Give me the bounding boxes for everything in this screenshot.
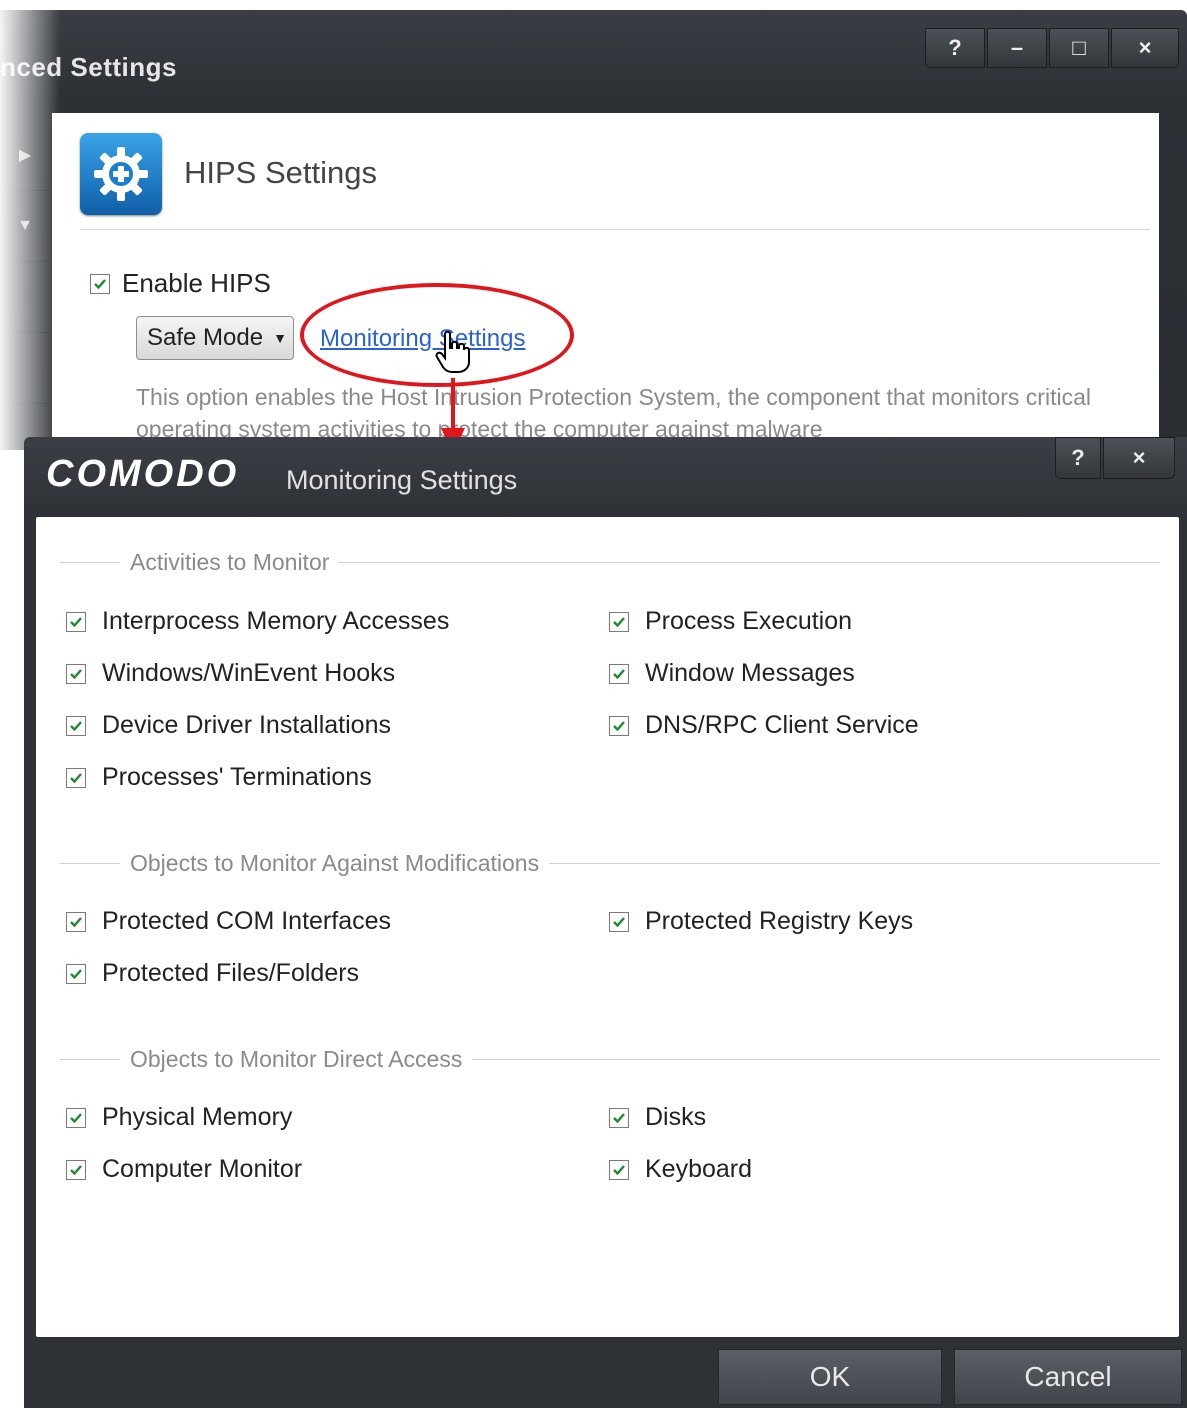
checkbox-checked-icon[interactable]: [66, 911, 86, 932]
hips-settings-panel: HIPS Settings Enable HIPS Safe Mode ▼ Mo…: [52, 113, 1159, 460]
option-protected-registry-keys[interactable]: Protected Registry Keys: [609, 907, 913, 936]
option-label: Disks: [645, 1103, 707, 1131]
checkbox-checked-icon[interactable]: [66, 1159, 86, 1180]
side-nav: ▶ ▼: [0, 120, 50, 460]
checkbox-checked-icon[interactable]: [609, 1107, 629, 1128]
option-label: Protected Registry Keys: [645, 907, 914, 935]
expand-arrow-icon[interactable]: ▶: [0, 120, 50, 191]
option-label: Computer Monitor: [102, 1155, 303, 1183]
section-title: Activities to Monitor: [130, 548, 330, 575]
checkbox-checked-icon[interactable]: [66, 715, 86, 736]
checkbox-checked-icon[interactable]: [609, 611, 629, 632]
section-title: Objects to Monitor Direct Access: [130, 1045, 463, 1072]
side-nav-item[interactable]: [0, 262, 50, 333]
checkbox-checked-icon[interactable]: [66, 1107, 86, 1128]
ok-button[interactable]: OK: [718, 1349, 942, 1405]
close-button[interactable]: ×: [1103, 437, 1175, 479]
divider: [80, 229, 1150, 230]
hips-mode-value: Safe Mode: [147, 324, 264, 351]
comodo-logo: COMODO: [46, 453, 240, 495]
option-disks[interactable]: Disks: [609, 1103, 706, 1132]
option-protected-com-interfaces[interactable]: Protected COM Interfaces: [66, 907, 391, 936]
help-button[interactable]: ?: [925, 28, 985, 68]
option-label: Processes' Terminations: [102, 763, 372, 791]
section-header-modifications: Objects to Monitor Against Modifications: [60, 848, 1160, 878]
checkbox-checked-icon[interactable]: [609, 911, 629, 932]
advanced-settings-window: nced Settings ? – □ × ▶ ▼ HIPS Settings …: [0, 10, 1187, 460]
option-physical-memory[interactable]: Physical Memory: [66, 1103, 292, 1132]
option-label: DNS/RPC Client Service: [645, 711, 919, 739]
option-device-driver-installations[interactable]: Device Driver Installations: [66, 711, 391, 740]
checkbox-checked-icon[interactable]: [66, 767, 86, 788]
help-button[interactable]: ?: [1055, 437, 1101, 479]
option-process-execution[interactable]: Process Execution: [609, 607, 852, 636]
option-label: Keyboard: [645, 1155, 753, 1183]
dialog-body: Activities to Monitor Interprocess Memor…: [36, 517, 1179, 1337]
checkbox-checked-icon[interactable]: [609, 663, 629, 684]
option-window-messages[interactable]: Window Messages: [609, 659, 855, 688]
enable-hips-label: Enable HIPS: [122, 268, 271, 298]
checkbox-checked-icon[interactable]: [66, 663, 86, 684]
side-nav-item[interactable]: [0, 333, 50, 404]
section-header-direct-access: Objects to Monitor Direct Access: [60, 1044, 1160, 1074]
enable-hips-checkbox[interactable]: Enable HIPS: [90, 268, 271, 299]
minimize-button[interactable]: –: [987, 28, 1047, 68]
option-interprocess-memory[interactable]: Interprocess Memory Accesses: [66, 607, 449, 636]
option-label: Interprocess Memory Accesses: [102, 607, 450, 635]
option-label: Process Execution: [645, 607, 853, 635]
option-label: Device Driver Installations: [102, 711, 391, 739]
option-dns-rpc-client[interactable]: DNS/RPC Client Service: [609, 711, 919, 740]
hips-mode-dropdown[interactable]: Safe Mode ▼: [136, 316, 294, 360]
checkbox-checked-icon[interactable]: [90, 273, 110, 294]
checkbox-checked-icon[interactable]: [66, 611, 86, 632]
hips-gear-icon: [80, 133, 162, 215]
cancel-button[interactable]: Cancel: [954, 1349, 1182, 1405]
window-controls: ? – □ ×: [923, 28, 1179, 68]
hips-description: This option enables the Host Intrusion P…: [136, 384, 1091, 442]
dropdown-arrow-icon: ▼: [273, 330, 287, 346]
option-label: Physical Memory: [102, 1103, 293, 1131]
option-label: Window Messages: [645, 659, 855, 687]
option-label: Protected COM Interfaces: [102, 907, 392, 935]
option-keyboard[interactable]: Keyboard: [609, 1155, 752, 1184]
dialog-title: Monitoring Settings: [286, 465, 518, 495]
checkbox-checked-icon[interactable]: [66, 963, 86, 984]
maximize-button[interactable]: □: [1049, 28, 1109, 68]
option-protected-files-folders[interactable]: Protected Files/Folders: [66, 959, 359, 988]
option-label: Windows/WinEvent Hooks: [102, 659, 396, 687]
collapse-arrow-icon[interactable]: ▼: [0, 191, 50, 262]
option-winevent-hooks[interactable]: Windows/WinEvent Hooks: [66, 659, 395, 688]
close-button[interactable]: ×: [1111, 28, 1179, 68]
option-processes-terminations[interactable]: Processes' Terminations: [66, 763, 372, 792]
dialog-controls: ? ×: [1053, 437, 1175, 479]
section-title: Objects to Monitor Against Modifications: [130, 849, 540, 876]
panel-title: HIPS Settings: [184, 155, 377, 190]
checkbox-checked-icon[interactable]: [609, 715, 629, 736]
option-computer-monitor[interactable]: Computer Monitor: [66, 1155, 302, 1184]
hand-cursor-icon: [435, 330, 471, 379]
monitoring-settings-dialog: COMODO Monitoring Settings ? × Activitie…: [24, 437, 1187, 1408]
window-title: nced Settings: [0, 52, 177, 82]
option-label: Protected Files/Folders: [102, 959, 360, 987]
section-header-activities: Activities to Monitor: [60, 547, 1160, 577]
checkbox-checked-icon[interactable]: [609, 1159, 629, 1180]
